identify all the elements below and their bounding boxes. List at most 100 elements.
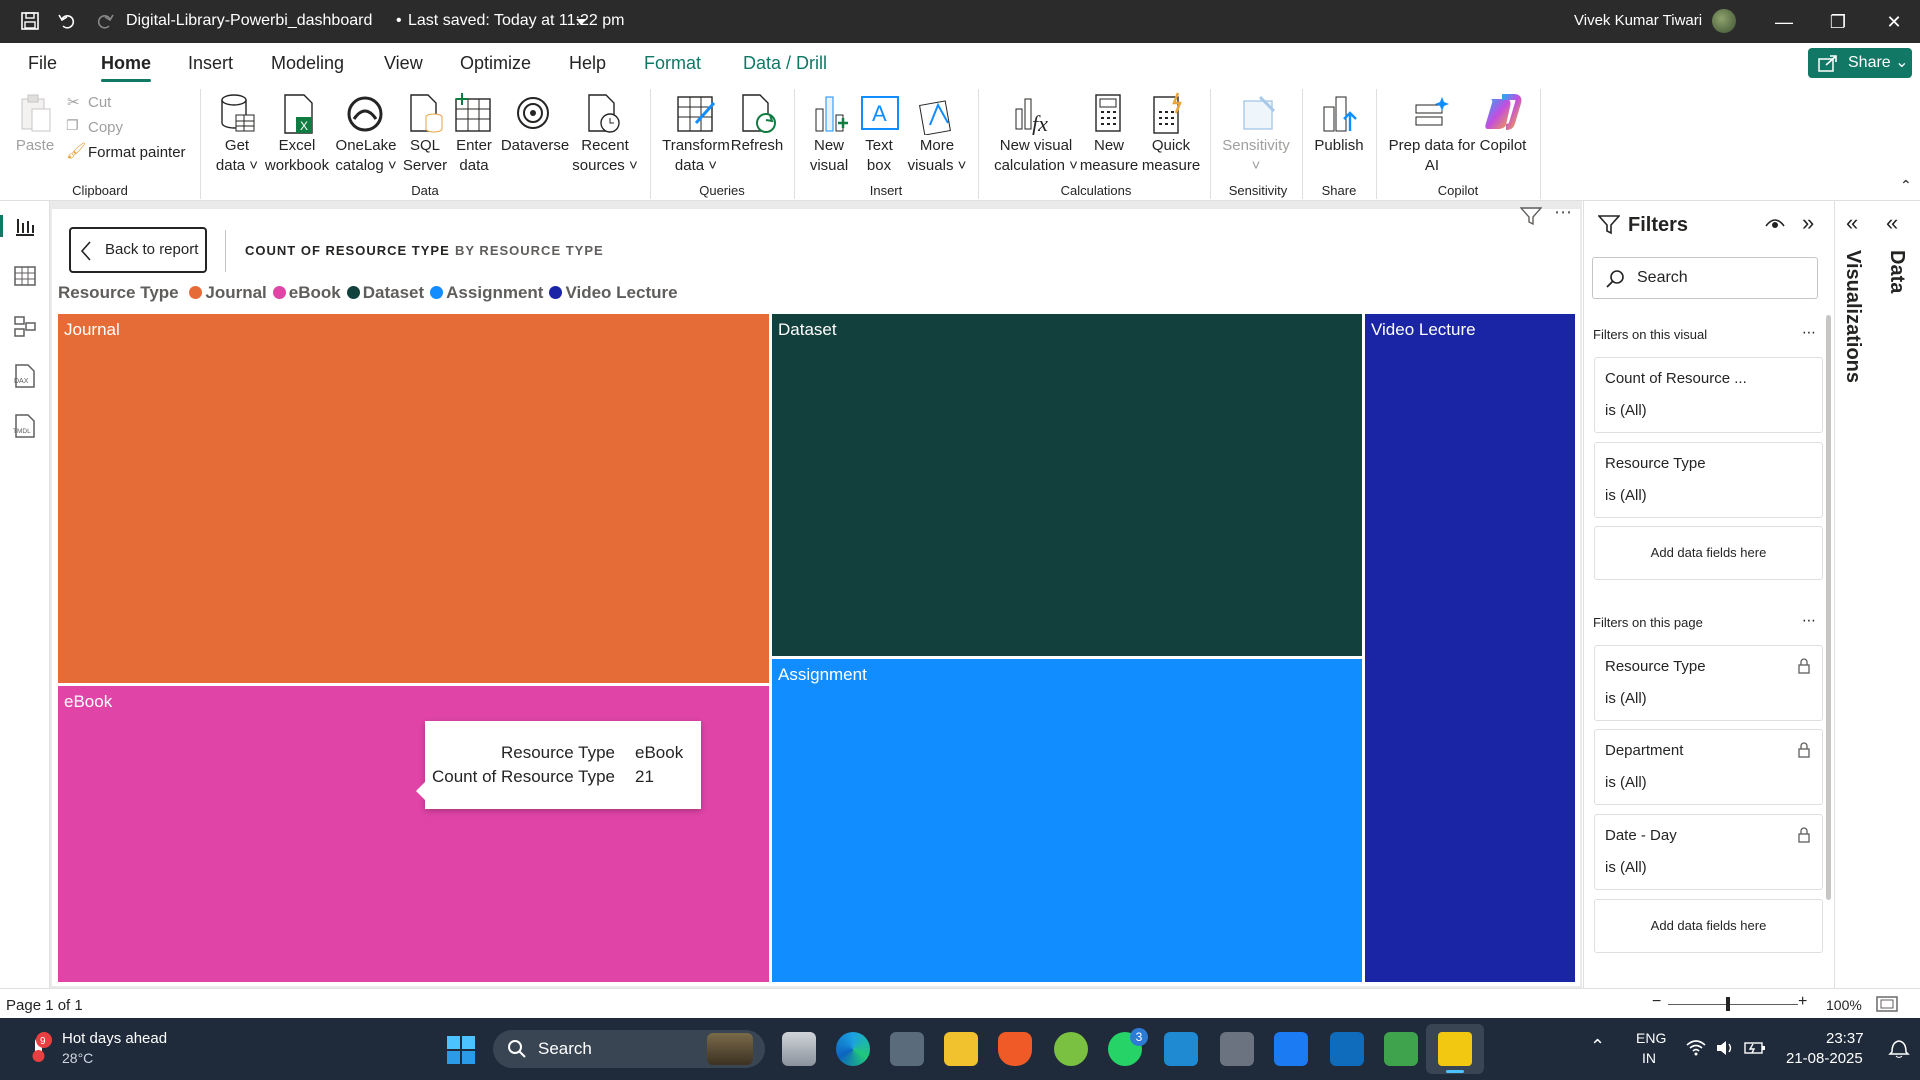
transform-data-button[interactable]: Transform data ˅ [660,136,732,176]
menu-view[interactable]: View [384,53,423,74]
close-icon[interactable]: ✕ [1882,10,1906,34]
vscode-icon[interactable] [1164,1032,1198,1066]
new-visual-button[interactable]: New visual [806,136,852,176]
dataverse-button[interactable]: Dataverse [500,136,570,156]
page-filter-card-resource-type[interactable]: Resource Type is (All) [1594,645,1823,721]
data-pane-tab[interactable]: Data [1885,250,1908,293]
chevron-down-icon[interactable] [575,18,587,26]
zoom-in-icon[interactable]: + [1798,993,1807,1011]
clock-time[interactable]: 23:37 [1826,1030,1864,1047]
format-painter-button[interactable]: Format painter [88,143,186,163]
menu-insert[interactable]: Insert [188,53,233,74]
expand-data-icon[interactable]: « [1886,210,1898,236]
menu-home[interactable]: Home [101,53,152,82]
copy-button[interactable]: Copy [88,118,123,138]
weather-title[interactable]: Hot days ahead [62,1030,167,1047]
visual-filters-more-icon[interactable]: ⋯ [1802,324,1816,341]
taskbar-search[interactable]: Search [493,1030,765,1068]
quick-measure-button[interactable]: Quick measure [1140,136,1202,176]
expand-visualizations-icon[interactable]: « [1846,210,1858,236]
notifications-icon[interactable] [1888,1038,1910,1058]
collapse-ribbon-icon[interactable]: ⌃ [1900,177,1912,194]
menu-help[interactable]: Help [569,53,606,74]
back-to-report-button[interactable]: Back to report [69,227,207,273]
filter-card-resource-type[interactable]: Resource Type is (All) [1594,442,1823,518]
weather-icon[interactable]: 9 [26,1032,52,1062]
prep-data-for-ai-button[interactable]: Prep data for AI [1384,136,1480,176]
zoom-slider[interactable] [1668,1004,1798,1005]
windows-start-icon[interactable] [446,1035,476,1065]
add-visual-filter-dropzone[interactable]: Add data fields here [1594,526,1823,580]
new-visual-calculation-button[interactable]: New visual calculation ˅ [986,136,1086,176]
save-icon[interactable] [20,11,40,31]
legend-item-video-lecture[interactable]: Video Lecture [549,283,678,303]
battery-icon[interactable] [1744,1040,1766,1056]
sensitivity-button[interactable]: Sensitivity ˅ [1216,136,1296,176]
treemap-tile-journal[interactable]: Journal [58,314,769,683]
filter-icon[interactable] [1520,206,1542,226]
treemap-tile-video-lecture[interactable]: Video Lecture [1365,314,1575,982]
outlook-icon[interactable] [1330,1032,1364,1066]
legend-item-ebook[interactable]: eBook [272,283,341,303]
restore-icon[interactable]: ❐ [1826,10,1850,34]
unity-icon[interactable] [1220,1032,1254,1066]
add-page-filter-dropzone[interactable]: Add data fields here [1594,899,1823,953]
cloud-app-icon[interactable] [1054,1032,1088,1066]
redo-icon[interactable] [95,11,115,31]
copilot-button[interactable]: Copilot [1474,136,1532,156]
cut-button[interactable]: Cut [88,93,111,113]
menu-modeling[interactable]: Modeling [271,53,344,74]
table-view-icon[interactable] [14,265,36,287]
report-view-icon[interactable] [14,215,36,237]
calculator-icon[interactable] [890,1032,924,1066]
task-view-icon[interactable] [782,1032,816,1066]
language-indicator[interactable]: ENG [1636,1030,1666,1046]
volume-icon[interactable] [1716,1040,1734,1056]
publish-button[interactable]: Publish [1308,136,1370,156]
wifi-icon[interactable] [1686,1040,1706,1056]
text-box-button[interactable]: Text box [856,136,902,176]
powerbi-taskbar-button[interactable] [1426,1024,1484,1074]
recent-sources-button[interactable]: Recent sources ˅ [570,136,640,176]
refresh-button[interactable]: Refresh [730,136,784,156]
legend-item-journal[interactable]: Journal [189,283,267,303]
file-explorer-icon[interactable] [944,1032,978,1066]
filter-card-count-of-resource[interactable]: Count of Resource ... is (All) [1594,357,1823,433]
filters-search-input[interactable]: Search [1592,257,1818,299]
node-icon[interactable] [1384,1032,1418,1066]
treemap-tile-assignment[interactable]: Assignment [772,659,1362,982]
tmdl-view-icon[interactable]: TMDL [12,413,38,439]
menu-data-drill[interactable]: Data / Drill [743,53,827,74]
legend-item-assignment[interactable]: Assignment [430,283,543,303]
visualizations-pane-tab[interactable]: Visualizations [1841,250,1864,383]
undo-icon[interactable] [57,11,77,31]
avatar[interactable] [1712,9,1736,33]
edge-browser-icon[interactable] [836,1032,870,1066]
share-button[interactable]: Share ⌄ [1808,48,1912,78]
excel-workbook-button[interactable]: Excel workbook [262,136,332,176]
document-title[interactable]: Digital-Library-Powerbi_dashboard [126,12,372,30]
onelake-catalog-button[interactable]: OneLake catalog ˅ [334,136,398,176]
filters-scrollbar[interactable] [1826,315,1831,900]
show-hidden-icons[interactable]: ⌃ [1590,1036,1605,1057]
page-filters-more-icon[interactable]: ⋯ [1802,612,1816,629]
fit-to-page-icon[interactable] [1876,996,1898,1012]
menu-file[interactable]: File [28,53,57,74]
page-filter-card-department[interactable]: Department is (All) [1594,729,1823,805]
user-name[interactable]: Vivek Kumar Tiwari [1574,12,1702,29]
page-filter-card-date-day[interactable]: Date - Day is (All) [1594,814,1823,890]
more-visuals-button[interactable]: More visuals ˅ [902,136,972,176]
get-data-button[interactable]: Get data ˅ [210,136,264,176]
zoom-slider-thumb[interactable] [1726,997,1730,1011]
dax-query-view-icon[interactable]: DAX [12,363,38,389]
new-measure-button[interactable]: New measure [1078,136,1140,176]
paste-button[interactable]: Paste [12,136,58,156]
more-options-icon[interactable]: ⋯ [1554,202,1572,223]
enter-data-button[interactable]: Enter data [450,136,498,176]
app-icon[interactable] [1274,1032,1308,1066]
model-view-icon[interactable] [14,315,36,337]
treemap-tile-dataset[interactable]: Dataset [772,314,1362,656]
collapse-filters-icon[interactable]: » [1802,210,1814,236]
minimize-icon[interactable]: — [1772,10,1796,34]
zoom-out-icon[interactable]: − [1652,993,1661,1011]
